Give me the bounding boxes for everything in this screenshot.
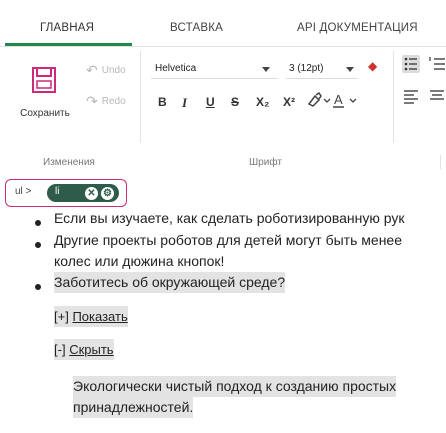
font-size-select[interactable]: 3 (12pt) [286,60,358,79]
divider [393,51,394,143]
list-bullet [35,242,41,248]
list-item: Другие проекты роботов для детей могут б… [54,232,402,248]
italic-button[interactable]: I [182,95,187,111]
numbered-list-icon [429,57,445,70]
list-bullet [35,284,41,290]
align-center-icon [430,90,444,100]
bullet-list-button[interactable] [402,55,420,73]
undo-button[interactable]: ↶ Undo [86,62,126,79]
clear-format-icon[interactable]: ◆ [368,59,377,73]
element-breadcrumb: ul > li ✕ ⚙ [5,179,127,207]
active-tab-indicator [5,43,132,46]
collapsible-paragraph: Экологически чистый подход к созданию пр… [73,376,397,397]
list-bullet [35,220,41,226]
group-label-font: Шрифт [249,157,282,168]
close-icon[interactable]: ✕ [85,187,98,200]
chevron-down-icon [262,67,270,72]
font-family-value: Helvetica [155,63,197,74]
group-label-edit: Изменения [43,157,95,168]
underline-button[interactable]: U [206,95,215,109]
list-item: Если вы изучаете, как сделать роботизиро… [54,210,405,226]
undo-icon: ↶ [86,62,98,78]
document-body[interactable]: Если вы изучаете, как сделать роботизиро… [0,206,446,433]
save-button[interactable]: Сохранить [8,57,82,133]
strikethrough-button[interactable]: S [231,95,239,109]
ribbon-tabs: ГЛАВНАЯ ВСТАВКА API ДОКУМЕНТАЦИЯ [0,0,446,47]
undo-label: Undo [101,65,126,76]
breadcrumb-parent-label: ul [15,186,23,197]
tab-api-docs[interactable]: API ДОКУМЕНТАЦИЯ [297,22,418,34]
divider [440,155,441,169]
chevron-down-icon [346,67,354,72]
font-color-icon[interactable]: A [333,92,359,108]
breadcrumb-separator: > [25,186,32,197]
align-center-button[interactable] [428,87,446,105]
floppy-disk-icon [32,67,56,93]
hide-link[interactable]: Скрыть [69,342,113,357]
tab-home[interactable]: ГЛАВНАЯ [40,22,94,34]
collapsible-paragraph-continuation: принадлежностей. [73,397,194,418]
breadcrumb-parent[interactable]: ul > [15,186,31,197]
font-size-value: 3 (12pt) [289,63,324,74]
superscript-button[interactable]: X² [283,95,295,109]
breadcrumb-current-label: li [55,186,60,197]
hide-toggle-prefix: [-] [54,342,66,357]
highlight-color-icon[interactable] [307,92,331,108]
align-left-icon [404,90,418,104]
redo-icon: ↷ [86,93,98,109]
bold-button[interactable]: B [158,95,167,109]
save-label: Сохранить [20,108,70,119]
redo-label: Redo [101,96,126,107]
numbered-list-button[interactable] [428,55,446,73]
font-family-select[interactable]: Helvetica [151,60,278,79]
show-toggle-prefix: [+] [54,309,69,324]
divider [140,51,141,143]
bullet-list-icon [404,57,417,71]
show-toggle[interactable]: [+] Показать [54,306,128,327]
tab-insert[interactable]: ВСТАВКА [170,22,223,34]
redo-button[interactable]: ↷ Redo [86,93,126,110]
breadcrumb-current[interactable]: li ✕ ⚙ [47,184,119,202]
svg-text:A: A [334,92,343,107]
align-left-button[interactable] [402,87,420,105]
list-item-continuation: колес или дюжина кнопок! [54,253,225,269]
hide-toggle[interactable]: [-] Скрыть [54,339,114,360]
list-item-selected: Заботитесь об окружающей среде? [54,272,286,293]
show-link[interactable]: Показать [72,309,127,324]
subscript-button[interactable]: X₂ [256,95,269,109]
settings-icon[interactable]: ⚙ [101,187,114,200]
